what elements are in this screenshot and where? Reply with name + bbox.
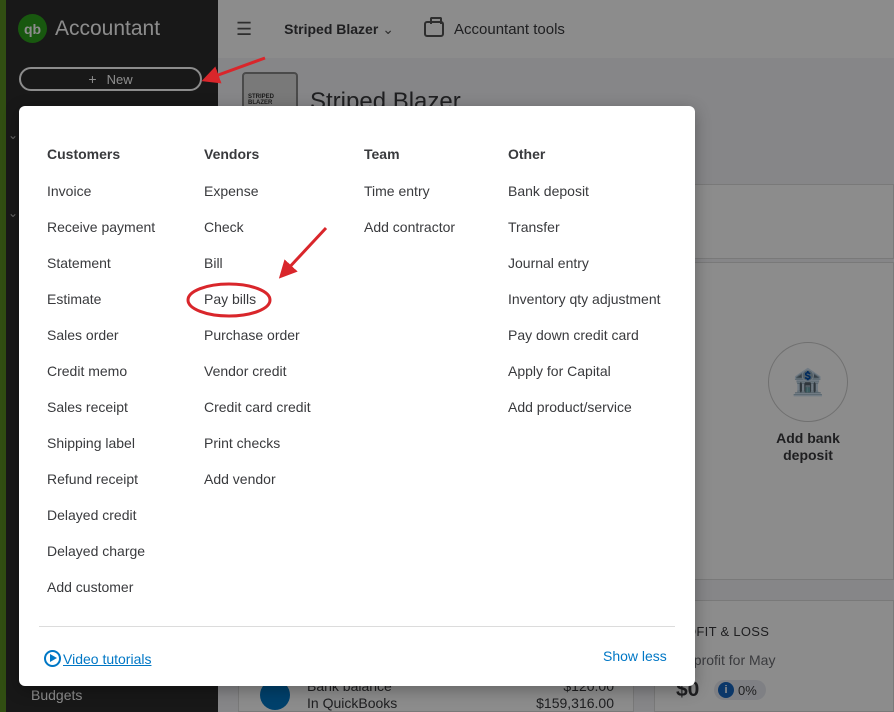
menu-item-delayed-credit[interactable]: Delayed credit bbox=[47, 507, 155, 543]
menu-item-journal-entry[interactable]: Journal entry bbox=[508, 255, 661, 291]
menu-item-check[interactable]: Check bbox=[204, 219, 311, 255]
menu-item-time-entry[interactable]: Time entry bbox=[364, 183, 455, 219]
column-heading: Customers bbox=[47, 146, 121, 162]
menu-item-add-contractor[interactable]: Add contractor bbox=[364, 219, 455, 239]
menu-item-transfer[interactable]: Transfer bbox=[508, 219, 661, 255]
column-heading: Other bbox=[508, 146, 546, 162]
divider bbox=[39, 626, 675, 627]
menu-item-purchase-order[interactable]: Purchase order bbox=[204, 327, 311, 363]
column-heading: Vendors bbox=[204, 146, 260, 162]
video-tutorials-link[interactable]: Video tutorials bbox=[44, 650, 151, 667]
video-tutorials-label: Video tutorials bbox=[63, 650, 152, 667]
menu-item-credit-memo[interactable]: Credit memo bbox=[47, 363, 155, 399]
menu-item-apply-for-capital[interactable]: Apply for Capital bbox=[508, 363, 661, 399]
new-menu-panel: Customers Invoice Receive payment Statem… bbox=[19, 106, 695, 686]
menu-item-bank-deposit[interactable]: Bank deposit bbox=[508, 183, 661, 219]
menu-item-expense[interactable]: Expense bbox=[204, 183, 311, 219]
menu-item-sales-receipt[interactable]: Sales receipt bbox=[47, 399, 155, 435]
menu-item-invoice[interactable]: Invoice bbox=[47, 183, 155, 219]
menu-column-team: Team Time entry Add contractor bbox=[364, 146, 455, 239]
menu-item-add-product-service[interactable]: Add product/service bbox=[508, 399, 661, 419]
menu-item-bill[interactable]: Bill bbox=[204, 255, 311, 291]
menu-item-vendor-credit[interactable]: Vendor credit bbox=[204, 363, 311, 399]
play-icon bbox=[44, 650, 61, 667]
menu-item-print-checks[interactable]: Print checks bbox=[204, 435, 311, 471]
menu-item-add-customer[interactable]: Add customer bbox=[47, 579, 155, 599]
menu-item-add-vendor[interactable]: Add vendor bbox=[204, 471, 311, 491]
menu-item-estimate[interactable]: Estimate bbox=[47, 291, 155, 327]
menu-item-pay-bills[interactable]: Pay bills bbox=[204, 291, 311, 327]
menu-item-statement[interactable]: Statement bbox=[47, 255, 155, 291]
menu-column-other: Other Bank deposit Transfer Journal entr… bbox=[508, 146, 661, 419]
show-less-link[interactable]: Show less bbox=[603, 648, 667, 664]
menu-item-sales-order[interactable]: Sales order bbox=[47, 327, 155, 363]
menu-item-pay-down-credit-card[interactable]: Pay down credit card bbox=[508, 327, 661, 363]
menu-item-credit-card-credit[interactable]: Credit card credit bbox=[204, 399, 311, 435]
menu-column-customers: Customers Invoice Receive payment Statem… bbox=[47, 146, 155, 599]
menu-item-inventory-qty-adjustment[interactable]: Inventory qty adjustment bbox=[508, 291, 661, 327]
menu-item-receive-payment[interactable]: Receive payment bbox=[47, 219, 155, 255]
menu-item-shipping-label[interactable]: Shipping label bbox=[47, 435, 155, 471]
menu-column-vendors: Vendors Expense Check Bill Pay bills Pur… bbox=[204, 146, 311, 491]
menu-item-refund-receipt[interactable]: Refund receipt bbox=[47, 471, 155, 507]
column-heading: Team bbox=[364, 146, 400, 162]
menu-item-delayed-charge[interactable]: Delayed charge bbox=[47, 543, 155, 579]
